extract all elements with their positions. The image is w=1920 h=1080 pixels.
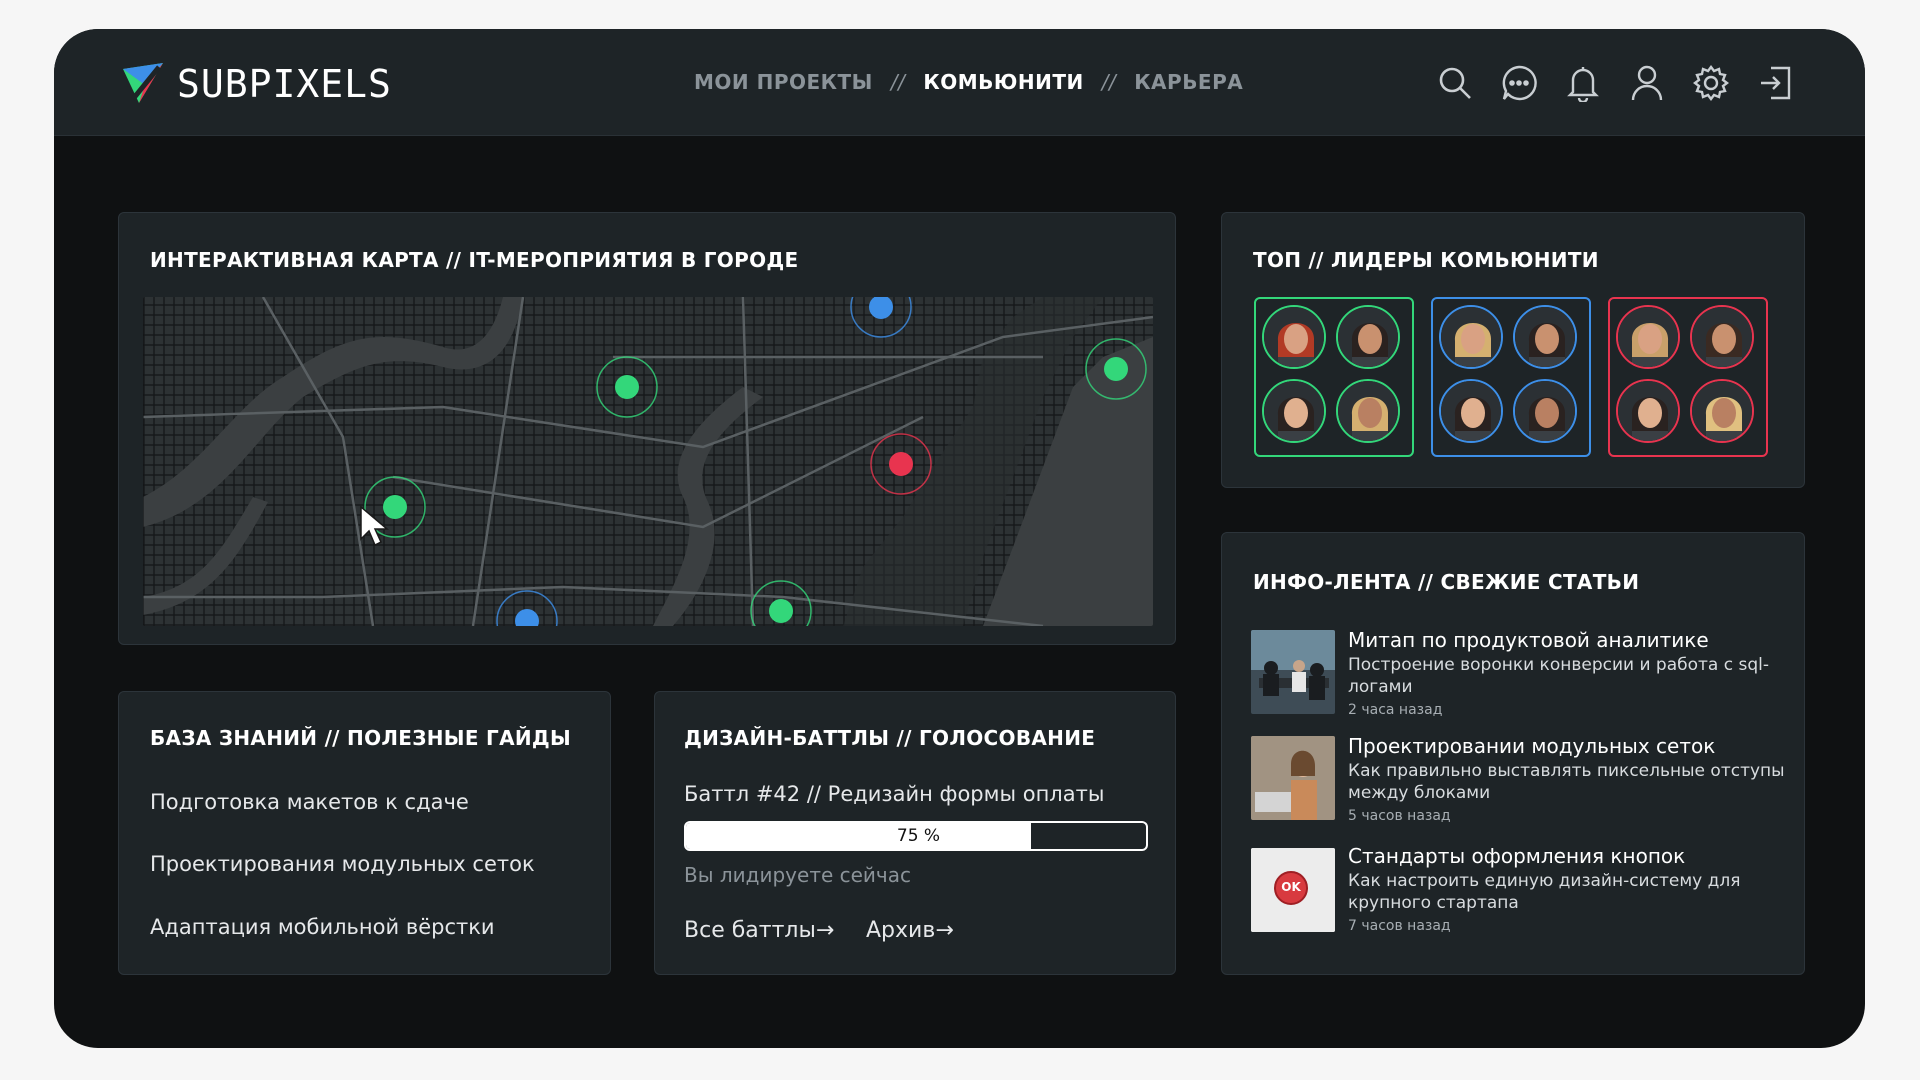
link-label: Все баттлы [684,918,816,943]
card-title: ИНФО-ЛЕНТА // СВЕЖИЕ СТАТЬИ [1253,570,1640,594]
avatar[interactable] [1336,305,1400,369]
avatar[interactable] [1439,305,1503,369]
article-title: Митап по продуктовой аналитике [1348,628,1709,652]
article-description: Как правильно выставлять пиксельные отст… [1348,761,1785,803]
article-description: Построение воронки конверсии и работа с … [1348,655,1769,697]
card-title: ДИЗАЙН-БАТТЛЫ // ГОЛОСОВАНИЕ [684,726,1096,750]
avatar[interactable] [1616,305,1680,369]
nav-separator: // [1101,70,1117,94]
nav-item-career[interactable]: КАРЬЕРА [1134,70,1243,94]
chat-icon[interactable] [1499,63,1539,103]
avatar[interactable] [1616,379,1680,443]
feed-card: ИНФО-ЛЕНТА // СВЕЖИЕ СТАТЬИ Митап по про… [1221,532,1805,975]
map-card: ИНТЕРАКТИВНАЯ КАРТА // IT-МЕРОПРИЯТИЯ В … [118,212,1176,645]
progress-label: 75 % [896,826,941,846]
all-battles-link[interactable]: Все баттлы→ [684,918,834,943]
avatar[interactable] [1690,305,1754,369]
battle-card: ДИЗАЙН-БАТТЛЫ // ГОЛОСОВАНИЕ Баттл #42 /… [654,691,1176,975]
search-icon[interactable] [1435,63,1475,103]
nav-separator: // [890,70,906,94]
battle-name: Баттл #42 // Редизайн формы оплаты [684,782,1105,806]
archive-link[interactable]: Архив→ [866,918,954,943]
avatar[interactable] [1262,379,1326,443]
arrow-right-icon: → [935,918,954,943]
avatar[interactable] [1513,305,1577,369]
guide-link[interactable]: Адаптация мобильной вёрстки [150,915,495,939]
city-map[interactable] [143,297,1153,626]
article-time: 5 часов назад [1348,808,1451,824]
top-bar: SUBPIXELS МОИ ПРОЕКТЫ // КОМЬЮНИТИ // КА… [54,29,1865,136]
guide-link[interactable]: Проектирования модульных сеток [150,852,535,876]
leader-group [1431,297,1591,457]
leader-group [1254,297,1414,457]
article-thumbnail [1251,630,1335,714]
avatar[interactable] [1336,379,1400,443]
card-title: ИНТЕРАКТИВНАЯ КАРТА // IT-МЕРОПРИЯТИЯ В … [150,248,799,272]
card-title: ТОП // ЛИДЕРЫ КОМЬЮНИТИ [1253,248,1599,272]
ok-badge: OK [1281,880,1301,894]
app-window: SUBPIXELS МОИ ПРОЕКТЫ // КОМЬЮНИТИ // КА… [54,29,1865,1048]
battle-status: Вы лидируете сейчас [684,863,911,887]
user-icon[interactable] [1627,63,1667,103]
arrow-right-icon: → [815,918,835,943]
logo[interactable]: SUBPIXELS [119,59,392,109]
article-title: Проектировании модульных сеток [1348,734,1716,758]
cursor-icon [360,505,390,547]
logout-icon[interactable] [1755,63,1795,103]
nav-item-projects[interactable]: МОИ ПРОЕКТЫ [694,70,873,94]
leaders-card: ТОП // ЛИДЕРЫ КОМЬЮНИТИ [1221,212,1805,488]
gear-icon[interactable] [1691,63,1731,103]
article-title: Стандарты оформления кнопок [1348,844,1686,868]
link-label: Архив [866,918,936,943]
avatar[interactable] [1513,379,1577,443]
knowledge-card: БАЗА ЗНАНИЙ // ПОЛЕЗНЫЕ ГАЙДЫ Подготовка… [118,691,611,975]
leader-group [1608,297,1768,457]
main-nav: МОИ ПРОЕКТЫ // КОМЬЮНИТИ // КАРЬЕРА [694,70,1243,94]
vote-progress-bar: 75 % [684,821,1148,851]
card-title: БАЗА ЗНАНИЙ // ПОЛЕЗНЫЕ ГАЙДЫ [150,726,572,750]
guide-link[interactable]: Подготовка макетов к сдаче [150,790,469,814]
bell-icon[interactable] [1563,63,1603,103]
article-time: 7 часов назад [1348,918,1451,934]
article-thumbnail [1251,736,1335,820]
avatar[interactable] [1262,305,1326,369]
logo-arrow-icon [123,63,163,103]
nav-item-community[interactable]: КОМЬЮНИТИ [923,70,1083,94]
avatar[interactable] [1439,379,1503,443]
logo-text: SUBPIXELS [177,62,392,106]
article-description: Как настроить единую дизайн-систему для … [1348,871,1741,913]
header-actions [1435,63,1795,103]
article-thumbnail: OK [1251,848,1335,932]
article-time: 2 часа назад [1348,702,1443,718]
avatar[interactable] [1690,379,1754,443]
